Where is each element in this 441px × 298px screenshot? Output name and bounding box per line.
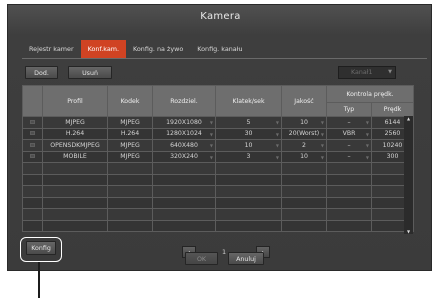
- profile-table: Profil Kodek Rozdziel. Klatek/sek Jakość…: [22, 85, 414, 232]
- resolution-column-header: Rozdziel.: [152, 85, 216, 117]
- chevron-down-icon: ▼: [209, 154, 213, 160]
- row-checkbox[interactable]: [30, 142, 35, 147]
- resolution-cell[interactable]: 320X240 ▼: [152, 150, 216, 163]
- codec-cell: H.264: [107, 127, 153, 140]
- quality-cell[interactable]: 10 ▼: [281, 116, 327, 129]
- select-column-header: [22, 85, 43, 117]
- empty-row: [22, 173, 414, 186]
- tab-camera-register[interactable]: Rejestr kamer: [22, 40, 81, 58]
- profile-column-header: Profil: [42, 85, 108, 117]
- table-row[interactable]: MOBILE MJPEG 320X240▼ 3▼ 10▼ –▼ 300▼: [22, 150, 414, 163]
- framerate-column-header: Klatek/sek: [215, 85, 282, 117]
- codec-cell: MJPEG: [107, 116, 153, 129]
- tab-divider: [22, 58, 427, 59]
- page-number: 1: [222, 248, 227, 256]
- row-checkbox[interactable]: [30, 119, 35, 124]
- scroll-up-icon[interactable]: ▲: [404, 116, 413, 121]
- profile-cell: H.264: [42, 127, 108, 140]
- empty-row: [22, 208, 414, 221]
- add-button[interactable]: Dod.: [25, 66, 58, 79]
- tab-channel-config[interactable]: Konfig. kanału: [190, 40, 249, 58]
- chevron-down-icon: ▼: [275, 120, 279, 125]
- tab-camera-config[interactable]: Konf.kam.: [80, 40, 126, 58]
- chevron-down-icon: ▼: [209, 143, 213, 148]
- tab-bar: Rejestr kamer Konf.kam. Konfig. na żywo …: [22, 40, 250, 58]
- profile-cell: OPENSDKMJPEG: [42, 139, 108, 152]
- type-cell[interactable]: VBR ▼: [326, 127, 372, 140]
- codec-column-header: Kodek: [107, 85, 153, 117]
- chevron-down-icon: ▼: [275, 143, 279, 148]
- chevron-down-icon: ▼: [275, 131, 279, 137]
- chevron-down-icon: ▼: [365, 120, 369, 125]
- row-checkbox[interactable]: [30, 131, 35, 136]
- table-scrollbar[interactable]: ▲ ▼: [404, 116, 413, 234]
- resolution-cell[interactable]: 1920X1080 ▼: [152, 116, 216, 129]
- chevron-down-icon: ▼: [209, 120, 213, 125]
- type-cell[interactable]: – ▼: [326, 139, 372, 152]
- codec-cell: MJPEG: [107, 139, 153, 152]
- dialog-title: Kamera: [200, 11, 241, 22]
- callout-pointer-line: [38, 262, 40, 298]
- quality-cell[interactable]: 20(Worst) ▼: [281, 127, 327, 140]
- profile-cell: MOBILE: [42, 150, 108, 163]
- codec-cell: MJPEG: [107, 150, 153, 163]
- resolution-cell[interactable]: 1280X1024 ▼: [152, 127, 216, 140]
- highlight-callout: [20, 237, 62, 262]
- resolution-cell[interactable]: 640X480 ▼: [152, 139, 216, 152]
- quality-column-header: Jakość: [281, 85, 327, 117]
- row-checkbox[interactable]: [30, 154, 35, 159]
- chevron-down-icon: ▼: [209, 131, 213, 137]
- scroll-down-icon[interactable]: ▼: [404, 229, 413, 234]
- table-row[interactable]: MJPEG MJPEG 1920X1080▼ 5▼ 10▼ –▼ 6144▼: [22, 116, 414, 129]
- empty-row: [22, 219, 414, 232]
- type-cell[interactable]: – ▼: [326, 116, 372, 129]
- type-column-header: Typ: [326, 102, 372, 117]
- bitrate-control-header: Kontrola prędk.: [326, 85, 414, 103]
- chevron-down-icon: ▼: [388, 69, 392, 75]
- type-cell[interactable]: – ▼: [326, 150, 372, 163]
- table-row[interactable]: OPENSDKMJPEG MJPEG 640X480 ▼ 10 ▼ 2 ▼ – ▼ 10…: [22, 139, 414, 152]
- tab-live-config[interactable]: Konfig. na żywo: [126, 40, 190, 58]
- framerate-cell[interactable]: 30 ▼: [215, 127, 282, 140]
- cancel-button[interactable]: Anuluj: [228, 252, 264, 265]
- chevron-down-icon: ▼: [365, 131, 369, 137]
- quality-cell[interactable]: 10 ▼: [281, 150, 327, 163]
- speed-column-header: Prędk: [371, 102, 414, 117]
- chevron-down-icon: ▼: [320, 120, 324, 125]
- chevron-down-icon: ▼: [320, 143, 324, 148]
- table-row[interactable]: H.264 H.264 1280X1024 ▼ 30 ▼ 20(Worst) ▼ VB…: [22, 127, 414, 140]
- channel-select-value: Kanał1: [351, 69, 373, 76]
- framerate-cell[interactable]: 5 ▼: [215, 116, 282, 129]
- framerate-cell[interactable]: 3 ▼: [215, 150, 282, 163]
- chevron-down-icon: ▼: [365, 143, 369, 148]
- quality-cell[interactable]: 2 ▼: [281, 139, 327, 152]
- chevron-down-icon: ▼: [320, 131, 324, 137]
- delete-button[interactable]: Usuń: [68, 66, 112, 79]
- framerate-cell[interactable]: 10 ▼: [215, 139, 282, 152]
- ok-button[interactable]: OK: [185, 252, 218, 265]
- channel-select[interactable]: Kanał1 ▼: [338, 66, 396, 79]
- empty-row: [22, 196, 414, 209]
- profile-cell: MJPEG: [42, 116, 108, 129]
- empty-row: [22, 162, 414, 175]
- chevron-down-icon: ▼: [275, 154, 279, 160]
- empty-row: [22, 185, 414, 198]
- chevron-down-icon: ▼: [320, 154, 324, 160]
- chevron-down-icon: ▼: [365, 154, 369, 160]
